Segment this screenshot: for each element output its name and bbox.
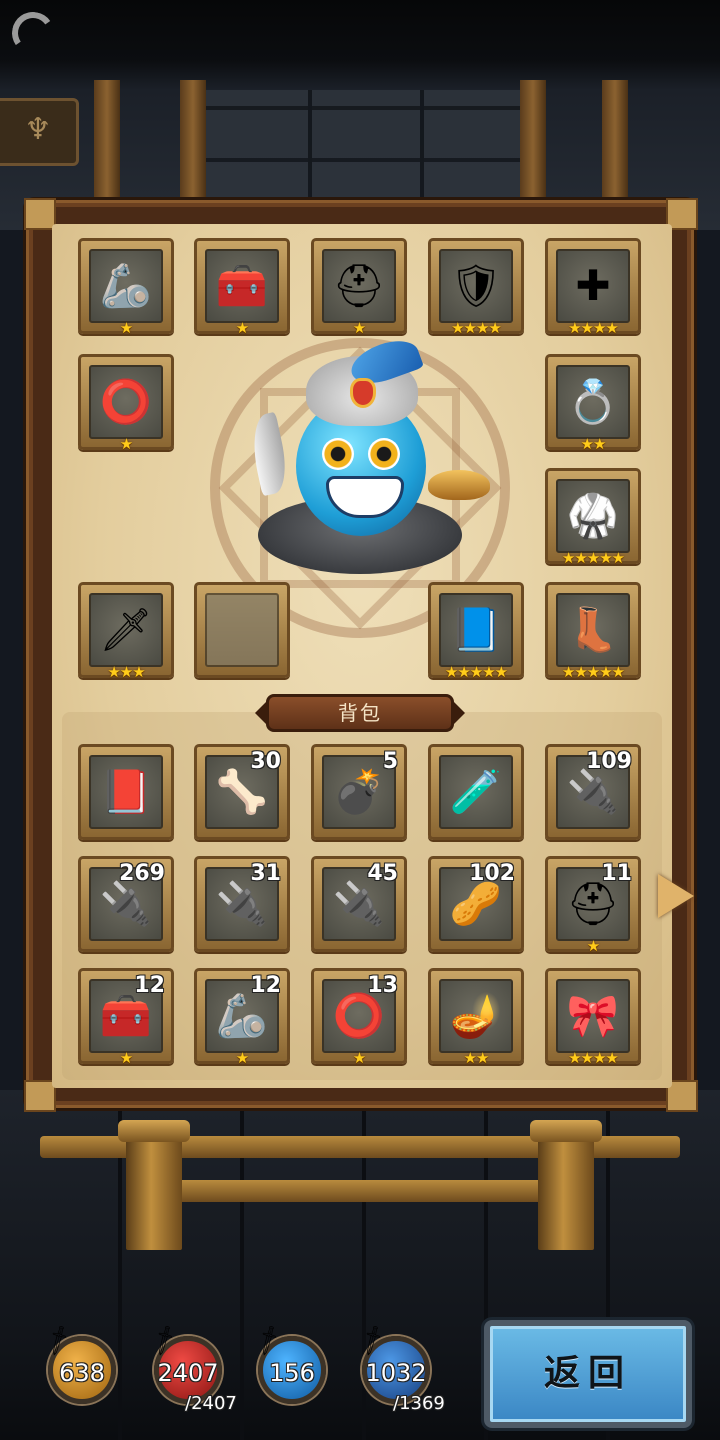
item-count: 102 (469, 861, 515, 886)
equip-slot-book[interactable]: 📘 ★★★★★ (428, 582, 524, 681)
potion-icon: 🧪 (439, 755, 513, 829)
chest-armor-icon: 🧰 (205, 249, 279, 323)
cross-amulet-icon: ✚ (556, 249, 630, 323)
bag-item[interactable]: 📕 (78, 744, 174, 840)
panel-corner (24, 198, 56, 230)
hero-lamp (428, 470, 490, 500)
defense-value: 156 (269, 1359, 315, 1387)
energy-stat: 🗡 1032 /1369 (354, 1323, 445, 1414)
bag-item[interactable]: ⛑ 11 ★ (545, 856, 641, 955)
equip-slot-armor[interactable]: 🛡 ★★★★ (428, 238, 524, 337)
bag-item[interactable]: 💣 5 (311, 744, 407, 840)
bag-title: 背包 (255, 694, 465, 732)
star-rating: ★ (352, 1049, 366, 1067)
star-rating: ★ (119, 435, 133, 453)
equip-slot-cloak[interactable]: 🥋 ★★★★★ (545, 468, 641, 567)
energy-max: /1369 (393, 1393, 445, 1414)
equip-slot-ring[interactable]: 💍 ★★ (545, 354, 641, 453)
star-rating: ★★★★ (568, 319, 619, 337)
defense-stat: 🗡 156 (250, 1323, 326, 1404)
hp-stat: 🗡 2407 /2407 (146, 1323, 237, 1414)
hp-max: /2407 (185, 1393, 237, 1414)
bag-item[interactable]: 🔌 31 (194, 856, 290, 952)
pipe (150, 1180, 570, 1202)
item-count: 13 (367, 973, 398, 998)
bracelet-icon: ⭕ (89, 365, 163, 439)
equip-slot-helmet[interactable]: ⛑ ★ (311, 238, 407, 337)
bag-item[interactable]: 🪔 ★★ (428, 968, 524, 1067)
star-rating: ★ (119, 319, 133, 337)
item-count: 45 (367, 861, 398, 886)
star-rating: ★ (119, 1049, 133, 1067)
equip-slot-empty[interactable] (194, 582, 290, 678)
back-button[interactable]: 返回 (484, 1320, 692, 1428)
item-count: 12 (134, 973, 165, 998)
bag-item[interactable]: 🥜 102 (428, 856, 524, 952)
bag-item[interactable]: 🔌 45 (311, 856, 407, 952)
brass-post (118, 1120, 190, 1250)
book-icon: 📕 (89, 755, 163, 829)
stone-wall (200, 90, 530, 210)
empty-slot-icon (205, 593, 279, 667)
item-count: 5 (382, 749, 398, 774)
green-armor-icon: 🥋 (556, 479, 630, 553)
star-rating: ★★★★ (568, 1049, 619, 1067)
magic-lamp-icon: 🪔 (439, 979, 513, 1053)
star-rating: ★★★★★ (444, 663, 508, 681)
helmet-icon: ⛑ (322, 249, 396, 323)
attack-stat: 🗡 638 (40, 1323, 116, 1404)
equip-slot-bracelet[interactable]: ⭕ ★ (78, 354, 174, 453)
belt-icon: 🎀 (556, 979, 630, 1053)
star-rating: ★★★★ (451, 319, 502, 337)
gauntlet-icon: 🦾 (89, 249, 163, 323)
bag-item[interactable]: 🔌 109 (545, 744, 641, 840)
scimitar-icon: 🗡 (89, 593, 163, 667)
bag-item[interactable]: 🧪 (428, 744, 524, 840)
star-rating: ★★★★★ (561, 549, 625, 567)
bag-item[interactable]: 🧰 12 ★ (78, 968, 174, 1067)
item-count: 269 (119, 861, 165, 886)
star-rating: ★★ (580, 435, 607, 453)
bag-item[interactable]: 🦴 30 (194, 744, 290, 840)
attack-value: 638 (59, 1359, 105, 1387)
item-count: 11 (601, 861, 632, 886)
next-page-arrow-icon[interactable] (658, 874, 694, 918)
star-rating: ★★★★★ (561, 663, 625, 681)
item-count: 109 (586, 749, 632, 774)
hero-eye (368, 438, 400, 470)
star-rating: ★ (235, 319, 249, 337)
bag-item[interactable]: 🦾 12 ★ (194, 968, 290, 1067)
purple-boots-icon: 👢 (556, 593, 630, 667)
equip-slot-amulet[interactable]: ✚ ★★★★ (545, 238, 641, 337)
hero-eye (322, 438, 354, 470)
bag-item[interactable]: ⭕ 13 ★ (311, 968, 407, 1067)
equip-slot-chest[interactable]: 🧰 ★ (194, 238, 290, 337)
equip-slot-gauntlet[interactable]: 🦾 ★ (78, 238, 174, 337)
equip-slot-boots[interactable]: 👢 ★★★★★ (545, 582, 641, 681)
equip-slot-weapon[interactable]: 🗡 ★★★ (78, 582, 174, 681)
hp-value: 2407 (157, 1359, 219, 1387)
bag-item[interactable]: 🔌 269 (78, 856, 174, 952)
star-rating: ★★ (463, 1049, 490, 1067)
crystal-book-icon: 📘 (439, 593, 513, 667)
item-count: 12 (250, 973, 281, 998)
star-rating: ★ (586, 937, 600, 955)
item-count: 31 (250, 861, 281, 886)
hero-gem (350, 378, 376, 408)
ring-icon: 💍 (556, 365, 630, 439)
energy-value: 1032 (365, 1359, 427, 1387)
brass-post (530, 1120, 602, 1250)
star-rating: ★ (235, 1049, 249, 1067)
star-rating: ★★★ (107, 663, 145, 681)
star-rating: ★ (352, 319, 366, 337)
item-count: 30 (250, 749, 281, 774)
tech-armor-icon: 🛡 (439, 249, 513, 323)
bag-item[interactable]: 🎀 ★★★★ (545, 968, 641, 1067)
candelabra-emblem-icon[interactable]: ♆ (0, 98, 79, 166)
